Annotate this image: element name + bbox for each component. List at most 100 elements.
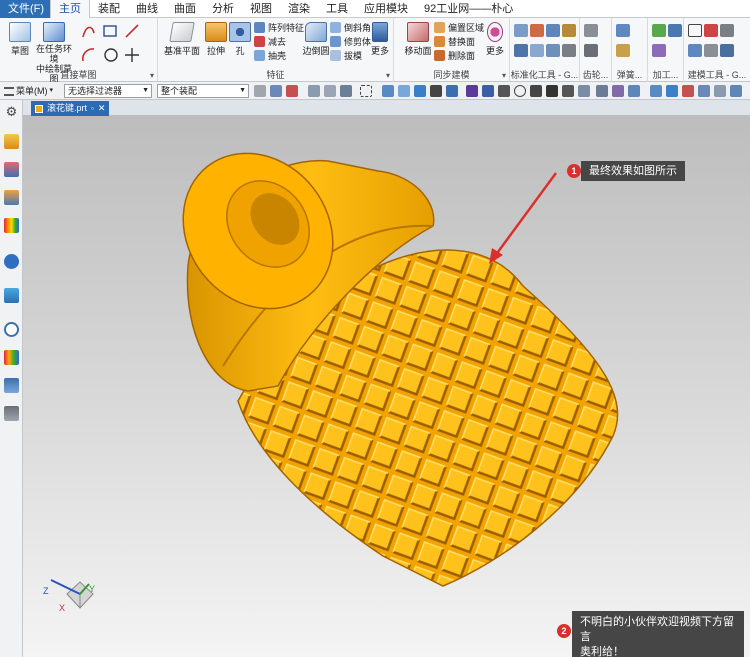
snap-center-icon[interactable] [514,85,526,97]
group-expand-icon[interactable]: ▾ [150,71,154,80]
snap-wave-icon[interactable] [482,85,494,97]
type-filter-select[interactable]: 无选择过滤器 ▼ [64,84,152,98]
subtract-button[interactable]: 减去 [254,35,286,48]
spring-2-icon[interactable] [616,44,630,57]
web-browser-icon[interactable] [4,288,19,303]
view-4-icon[interactable] [698,85,710,97]
sel-tool-2-icon[interactable] [270,85,282,97]
snap-9-icon[interactable] [612,85,624,97]
sel-tool-3-icon[interactable] [286,85,298,97]
close-icon[interactable]: ✕ [98,101,106,116]
snap-7-icon[interactable] [578,85,590,97]
snap-5-icon[interactable] [498,85,510,97]
std-tool-7-icon[interactable] [546,44,560,57]
system-materials-icon[interactable] [4,350,19,365]
document-tab[interactable]: 滚花键.prt ▫ ✕ [31,101,110,116]
build-4-icon[interactable] [688,44,702,57]
gear-2-icon[interactable] [584,44,598,57]
menu-tab-applications[interactable]: 应用模块 [356,0,416,18]
menu-tab-custom[interactable]: 92工业网——朴心 [416,0,521,18]
std-tool-1-icon[interactable] [514,24,528,37]
assembly-navigator-icon[interactable] [4,134,19,149]
chamfer-button[interactable]: 倒斜角 [330,21,371,34]
snap-1-icon[interactable] [382,85,394,97]
scope-select[interactable]: 整个装配 ▼ [157,84,249,98]
sel-tool-4-icon[interactable] [308,85,320,97]
view-2-icon[interactable] [666,85,678,97]
view-5-icon[interactable] [714,85,726,97]
snap-3-icon[interactable] [414,85,426,97]
snap-line-icon[interactable] [430,85,442,97]
snap-8-icon[interactable] [596,85,608,97]
help-info-icon[interactable] [4,254,19,269]
gear-icon[interactable] [584,24,598,37]
graphics-window[interactable]: Z Y X 1 最终效果如图所示 2 不明白的小伙伴欢迎视频下方留言 奥利给！ [23,116,750,657]
menu-tab-render[interactable]: 渲染 [280,0,318,18]
sync-group-expand-icon[interactable]: ▾ [502,71,506,80]
view-3-icon[interactable] [682,85,694,97]
offset-region-button[interactable]: 偏置区域 [434,21,484,34]
build-2-icon[interactable] [704,24,718,37]
document-save-icon[interactable]: ▫ [91,101,94,116]
std-tool-2-icon[interactable] [530,24,544,37]
process-studio-icon[interactable] [4,378,19,393]
menu-tab-tools[interactable]: 工具 [318,0,356,18]
knurled-part-model[interactable]: Z Y X [23,116,750,657]
menu-tab-analysis[interactable]: 分析 [204,0,242,18]
std-tool-8-icon[interactable] [562,44,576,57]
menu-tab-curve[interactable]: 曲线 [128,0,166,18]
build-6-icon[interactable] [720,44,734,57]
view-1-icon[interactable] [650,85,662,97]
build-5-icon[interactable] [704,44,718,57]
snap-curve-icon[interactable] [466,85,478,97]
rectangle-select-icon[interactable] [360,85,372,97]
menu-tab-file[interactable]: 文件(F) [0,0,50,18]
sel-tool-5-icon[interactable] [324,85,336,97]
arc-icon[interactable] [81,48,95,62]
delete-face-button[interactable]: 删除面 [434,49,475,62]
snap-4-icon[interactable] [446,85,458,97]
move-face-button[interactable]: 移动面 [398,22,438,57]
view-6-icon[interactable] [730,85,742,97]
menu-button[interactable]: 菜单(M) ▾ [4,84,53,98]
menu-tab-surface[interactable]: 曲面 [166,0,204,18]
spring-icon[interactable] [616,24,630,37]
replace-face-button[interactable]: 替换面 [434,35,475,48]
triangle-icon[interactable] [688,24,702,37]
std-tool-6-icon[interactable] [530,44,544,57]
menu-tab-home[interactable]: 主页 [50,0,90,18]
trim-body-button[interactable]: 修剪体 [330,35,371,48]
settings-gear-icon[interactable]: ⚙ [4,104,19,119]
part-navigator-icon[interactable] [4,190,19,205]
draft-button[interactable]: 拔模 [330,49,362,62]
sel-tool-1-icon[interactable] [254,85,266,97]
point-icon[interactable] [125,48,139,62]
menu-tab-assembly[interactable]: 装配 [90,0,128,18]
feature-more-button[interactable]: 更多 [368,22,392,57]
process-2-icon[interactable] [668,24,682,37]
build-3-icon[interactable] [720,24,734,37]
feature-group-expand-icon[interactable]: ▾ [386,71,390,80]
std-tool-3-icon[interactable] [546,24,560,37]
rectangle-icon[interactable] [103,25,117,37]
snap-tangent-icon[interactable] [530,85,542,97]
menu-tab-view[interactable]: 视图 [242,0,280,18]
snap-6-icon[interactable] [562,85,574,97]
shell-button[interactable]: 抽壳 [254,49,286,62]
constraint-navigator-icon[interactable] [4,162,19,177]
snap-2-icon[interactable] [398,85,410,97]
snap-plus-icon[interactable] [546,85,558,97]
process-check-icon[interactable] [652,24,666,37]
profile-icon[interactable] [82,26,95,38]
sync-more-button[interactable]: 更多 [482,22,508,57]
circle-icon[interactable] [104,48,118,62]
sketch-curve-tools[interactable] [80,23,150,65]
snap-10-icon[interactable] [628,85,640,97]
std-tool-5-icon[interactable] [514,44,528,57]
history-clock-icon[interactable] [4,322,19,337]
process-3-icon[interactable] [652,44,666,57]
reuse-library-icon[interactable] [4,218,19,233]
std-tool-4-icon[interactable] [562,24,576,37]
line-icon[interactable] [125,24,139,38]
sel-tool-6-icon[interactable] [340,85,352,97]
